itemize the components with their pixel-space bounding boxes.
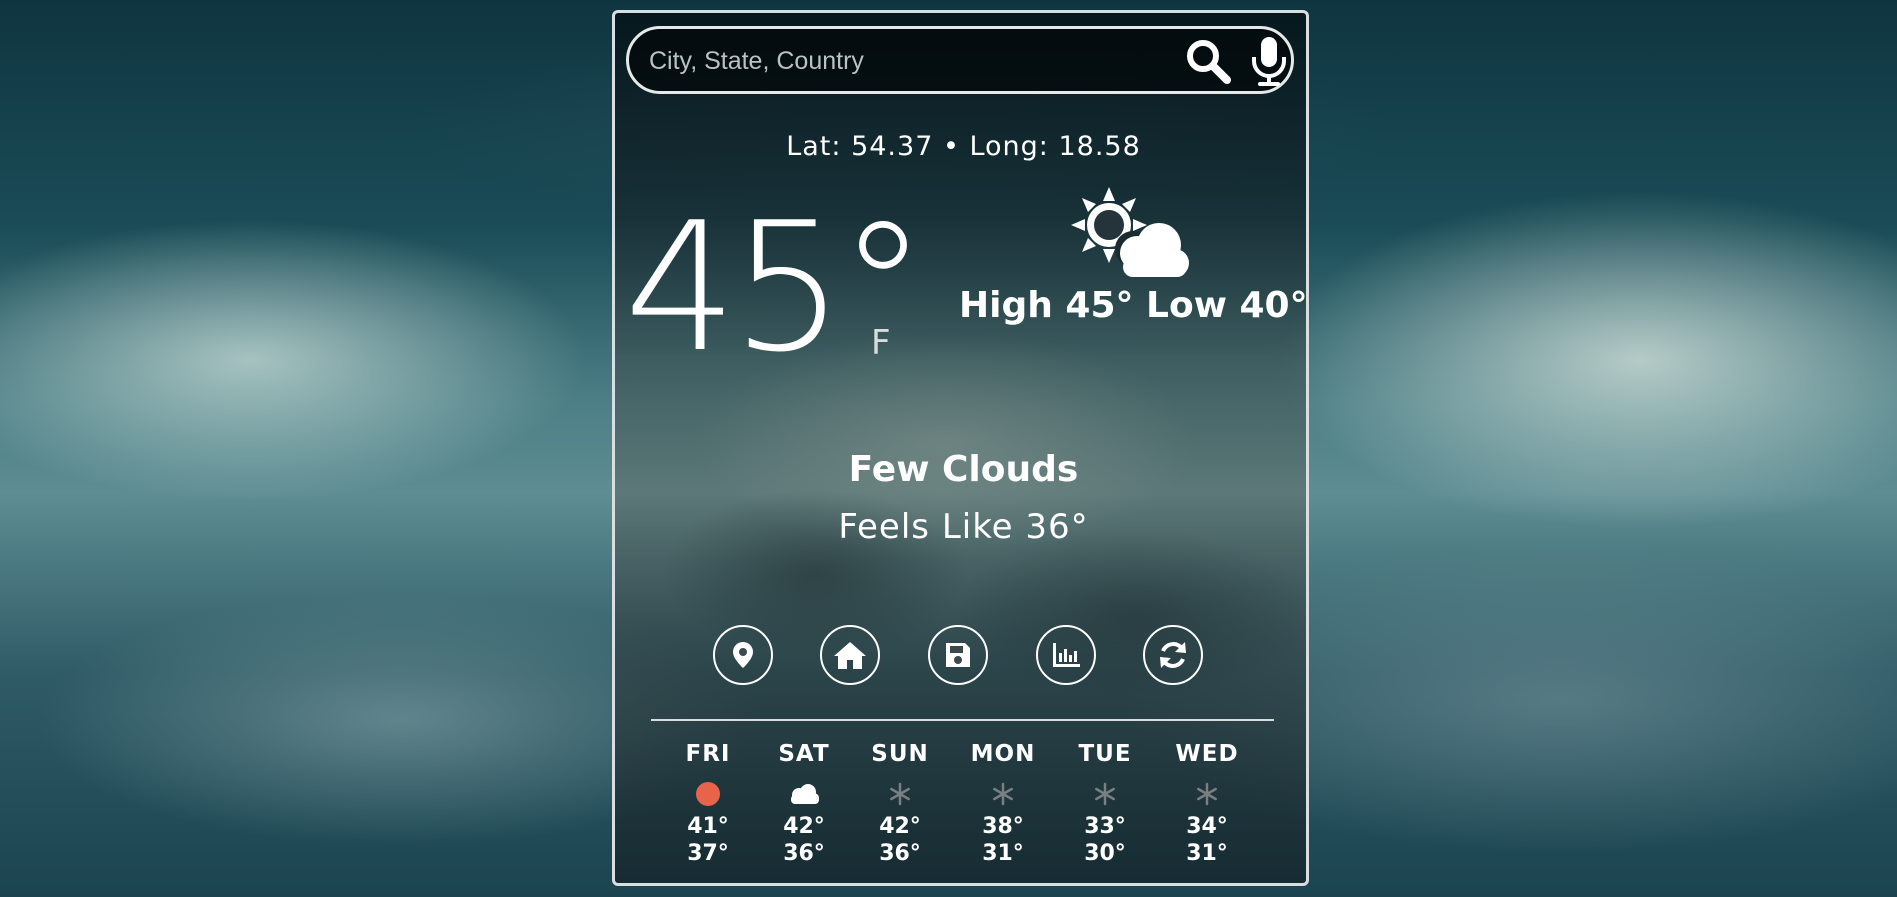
forecast-divider — [651, 719, 1274, 721]
forecast-day: MON 38° 31° — [958, 741, 1048, 867]
forecast-day-name: WED — [1175, 741, 1239, 767]
forecast-high: 42° — [783, 814, 825, 839]
forecast-low: 30° — [1084, 841, 1126, 866]
statistics-button[interactable] — [1036, 625, 1096, 685]
snowflake-icon — [1060, 775, 1150, 813]
save-location-button[interactable] — [928, 625, 988, 685]
map-marker-icon — [733, 642, 753, 668]
forecast-day-name: FRI — [685, 741, 731, 767]
snowflake-icon — [1162, 775, 1252, 813]
forecast-day: TUE 33° 30° — [1060, 741, 1150, 867]
forecast-day-name: SAT — [778, 741, 830, 767]
weather-card: Lat: 54.37 • Long: 18.58 45° F — [612, 10, 1309, 886]
sun-icon — [663, 775, 753, 813]
coordinates-text: Lat: 54.37 • Long: 18.58 — [786, 131, 1141, 162]
current-location-button[interactable] — [713, 625, 773, 685]
home-icon — [834, 642, 866, 669]
home-button[interactable] — [820, 625, 880, 685]
forecast-day: SAT 42° 36° — [759, 741, 849, 867]
action-buttons — [713, 625, 1213, 689]
forecast-day: SUN 42° 36° — [855, 741, 945, 867]
snowflake-icon — [958, 775, 1048, 813]
forecast-day: WED 34° 31° — [1162, 741, 1252, 867]
forecast-low: 31° — [1186, 841, 1228, 866]
refresh-icon — [1160, 642, 1186, 668]
high-low-temperature: High 45° Low 40° — [959, 285, 1308, 326]
forecast-day: FRI 41° 37° — [663, 741, 753, 867]
bar-chart-icon — [1053, 643, 1080, 667]
forecast-high: 38° — [982, 814, 1024, 839]
forecast-low: 36° — [879, 841, 921, 866]
search-input[interactable] — [647, 39, 1151, 83]
forecast-day-name: SUN — [871, 741, 929, 767]
weather-condition: Few Clouds — [848, 449, 1079, 490]
forecast-high: 42° — [879, 814, 921, 839]
forecast-day-name: MON — [970, 741, 1036, 767]
snowflake-icon — [855, 775, 945, 813]
forecast-day-name: TUE — [1078, 741, 1132, 767]
refresh-button[interactable] — [1143, 625, 1203, 685]
feels-like-temperature: Feels Like 36° — [838, 507, 1089, 547]
forecast-row: FRI 41° 37° SAT 42° 36° SUN 42° 36° MON … — [663, 741, 1263, 881]
save-icon — [946, 643, 970, 667]
temperature-unit: F — [871, 323, 891, 363]
forecast-high: 34° — [1186, 814, 1228, 839]
microphone-icon[interactable] — [1249, 35, 1289, 87]
forecast-high: 33° — [1084, 814, 1126, 839]
forecast-high: 41° — [687, 814, 729, 839]
cloud-icon — [759, 775, 849, 813]
sun-behind-cloud-icon — [1071, 187, 1189, 291]
search-icon[interactable] — [1184, 37, 1232, 85]
forecast-low: 31° — [982, 841, 1024, 866]
forecast-low: 37° — [687, 841, 729, 866]
search-bar — [626, 26, 1294, 94]
forecast-low: 36° — [783, 841, 825, 866]
